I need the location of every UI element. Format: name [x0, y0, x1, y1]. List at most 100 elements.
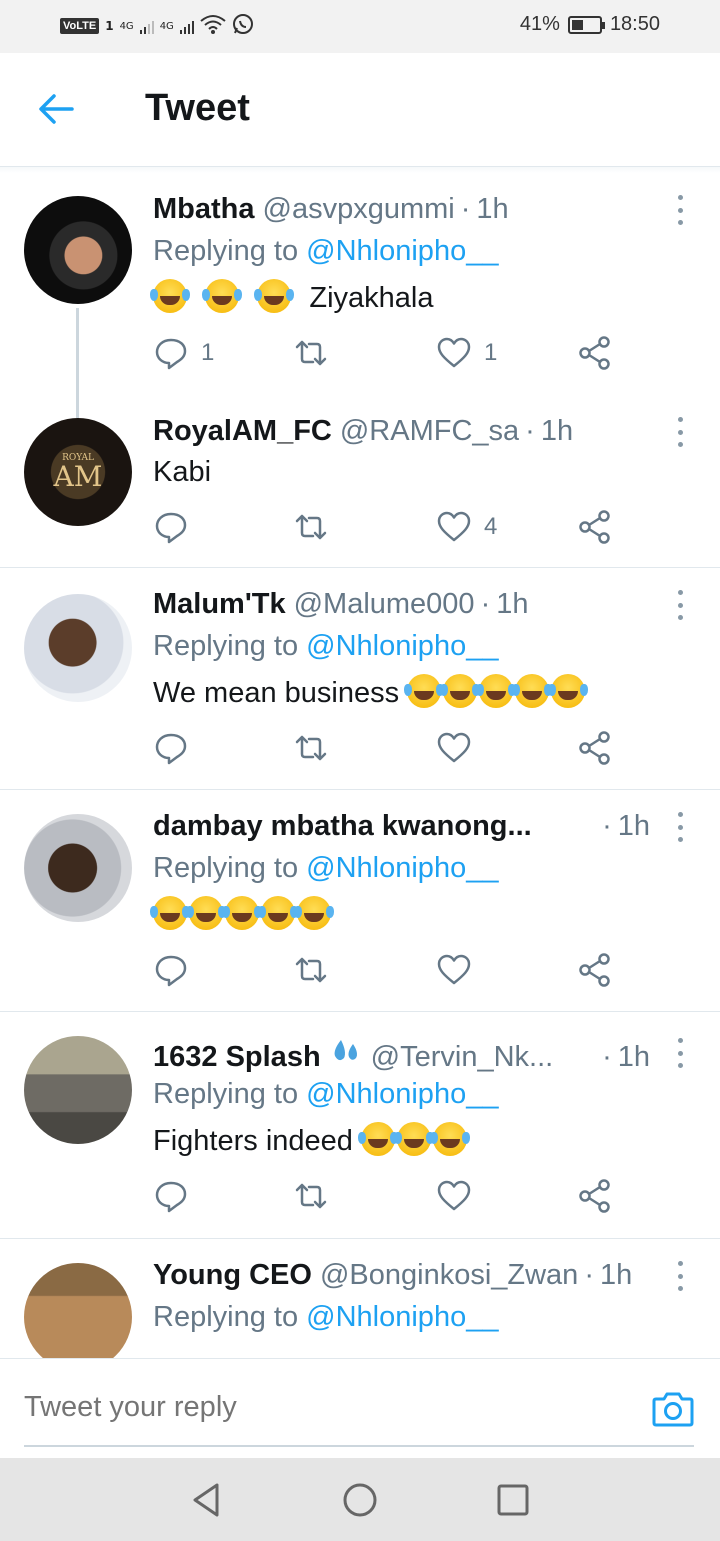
nav-back-button[interactable] [187, 1480, 227, 1520]
camera-icon [652, 1392, 694, 1427]
nav-recent-button[interactable] [493, 1480, 533, 1520]
share-button[interactable] [577, 1176, 613, 1216]
tweet-item[interactable]: Malum'Tk @Malume000 · 1h Replying to @Nh… [0, 568, 720, 790]
separator-dot: · [480, 588, 491, 620]
more-options-button[interactable] [672, 590, 688, 620]
comment-icon [155, 955, 187, 987]
volte-badge: VoLTE [60, 18, 100, 34]
timestamp: 1h [617, 1041, 650, 1073]
user-name[interactable]: Malum'Tk [153, 588, 286, 621]
reply-button[interactable] [153, 728, 189, 768]
like-button[interactable] [436, 728, 472, 768]
share-button[interactable] [577, 950, 613, 990]
like-count: 1 [484, 339, 498, 366]
avatar[interactable] [24, 1263, 132, 1358]
avatar[interactable] [24, 594, 132, 702]
replying-prefix: Replying to [153, 852, 307, 884]
share-button[interactable] [577, 728, 613, 768]
like-button[interactable]: 4 [436, 507, 497, 547]
circle-home-icon [343, 1483, 377, 1517]
like-button[interactable] [436, 1176, 472, 1216]
replying-prefix: Replying to [153, 235, 307, 267]
replies-feed[interactable]: Mbatha @asvpxgummi · 1h Replying to @Nhl… [0, 173, 720, 1358]
reply-button[interactable] [153, 507, 189, 547]
heart-icon [437, 337, 471, 368]
tweet-item[interactable]: Young CEO @Bonginkosi_Zwan · 1h Replying… [0, 1239, 720, 1358]
avatar[interactable]: ROYAL AM [24, 418, 132, 526]
back-button[interactable] [36, 89, 76, 129]
tweet-item[interactable]: 1632 Splash @Tervin_Nk... · 1h Replying t… [0, 1012, 720, 1239]
user-name[interactable]: Young CEO [153, 1259, 312, 1292]
more-options-button[interactable] [672, 417, 688, 447]
laughing-emoji-icon [186, 896, 223, 930]
input-underline [24, 1445, 694, 1447]
tweet-text-body: Ziyakhala [309, 282, 434, 314]
share-button[interactable] [577, 333, 613, 373]
laughing-emoji-icon [150, 279, 187, 313]
reply-button[interactable]: 1 [153, 333, 214, 373]
retweet-button[interactable] [293, 950, 329, 990]
laughing-emoji-icon [357, 1122, 395, 1156]
whatsapp-icon [232, 13, 254, 39]
comment-icon [155, 1181, 187, 1213]
arrow-left-icon [39, 94, 74, 124]
avatar[interactable] [24, 1036, 132, 1144]
retweet-button[interactable] [293, 333, 329, 373]
mention-link[interactable]: @Nhlonipho__ [306, 852, 498, 884]
user-name[interactable]: Mbatha [153, 193, 255, 226]
more-options-button[interactable] [672, 812, 688, 842]
user-name[interactable]: RoyalAM_FC [153, 415, 332, 448]
mention-link[interactable]: @Nhlonipho__ [306, 630, 498, 662]
tweet-item[interactable]: dambay mbatha kwanong... · 1h Replying to… [0, 790, 720, 1012]
user-handle[interactable]: @Malume000 [294, 588, 475, 621]
battery-fill [571, 19, 583, 30]
more-options-button[interactable] [672, 1261, 688, 1291]
like-button[interactable] [436, 950, 472, 990]
reply-button[interactable] [153, 950, 189, 990]
replying-to: Replying to @Nhlonipho__ [153, 1301, 498, 1334]
more-options-button[interactable] [672, 195, 688, 225]
share-icon [579, 510, 610, 544]
retweet-button[interactable] [293, 728, 329, 768]
signal-icon-2 [179, 18, 194, 34]
tweet-actions [153, 950, 623, 990]
reply-button[interactable] [153, 1176, 189, 1216]
camera-button[interactable] [652, 1389, 694, 1429]
tweet-header: dambay mbatha kwanong... · 1h [153, 810, 650, 843]
replying-to: Replying to @Nhlonipho__ [153, 852, 498, 885]
tweet-header: Mbatha @asvpxgummi · 1h [153, 193, 650, 226]
retweet-button[interactable] [293, 507, 329, 547]
tweet-text [150, 896, 680, 932]
laughing-emoji-icon [150, 896, 187, 930]
replying-to: Replying to @Nhlonipho__ [153, 630, 498, 663]
user-handle[interactable]: @RAMFC_sa [340, 415, 519, 448]
more-options-button[interactable] [672, 1038, 688, 1068]
tweet-item[interactable]: Mbatha @asvpxgummi · 1h Replying to @Nhl… [0, 173, 720, 418]
mention-link[interactable]: @Nhlonipho__ [306, 1301, 498, 1333]
signal-icon [139, 18, 154, 34]
tweet-actions: 4 [153, 507, 623, 547]
user-name[interactable]: dambay mbatha kwanong... [153, 810, 596, 843]
heart-icon [437, 732, 471, 763]
tweet-item[interactable]: ROYAL AM RoyalAM_FC @RAMFC_sa · 1h Kabi … [0, 391, 720, 568]
droplets-icon [331, 1036, 363, 1074]
status-bar: VoLTE 1 4G 4G 41% 18:50 [0, 0, 720, 53]
like-button[interactable]: 1 [436, 333, 497, 373]
tweet-header: Young CEO @Bonginkosi_Zwan · 1h [153, 1259, 650, 1292]
nav-home-button[interactable] [340, 1480, 380, 1520]
share-button[interactable] [577, 507, 613, 547]
mention-link[interactable]: @Nhlonipho__ [306, 235, 498, 267]
retweet-button[interactable] [293, 1176, 329, 1216]
reply-input[interactable] [24, 1391, 584, 1424]
mention-link[interactable]: @Nhlonipho__ [306, 1078, 498, 1110]
avatar[interactable] [24, 196, 132, 304]
tweet-actions [153, 728, 623, 768]
user-name[interactable]: 1632 Splash [153, 1041, 321, 1074]
timestamp: 1h [496, 588, 529, 620]
sim-indicator: 1 [105, 19, 114, 33]
laughing-emoji-icon [404, 674, 442, 708]
user-handle[interactable]: @asvpxgummi [263, 193, 455, 226]
avatar[interactable] [24, 814, 132, 922]
user-handle[interactable]: @Bonginkosi_Zwan [320, 1259, 578, 1292]
user-handle[interactable]: @Tervin_Nk... [371, 1041, 596, 1074]
